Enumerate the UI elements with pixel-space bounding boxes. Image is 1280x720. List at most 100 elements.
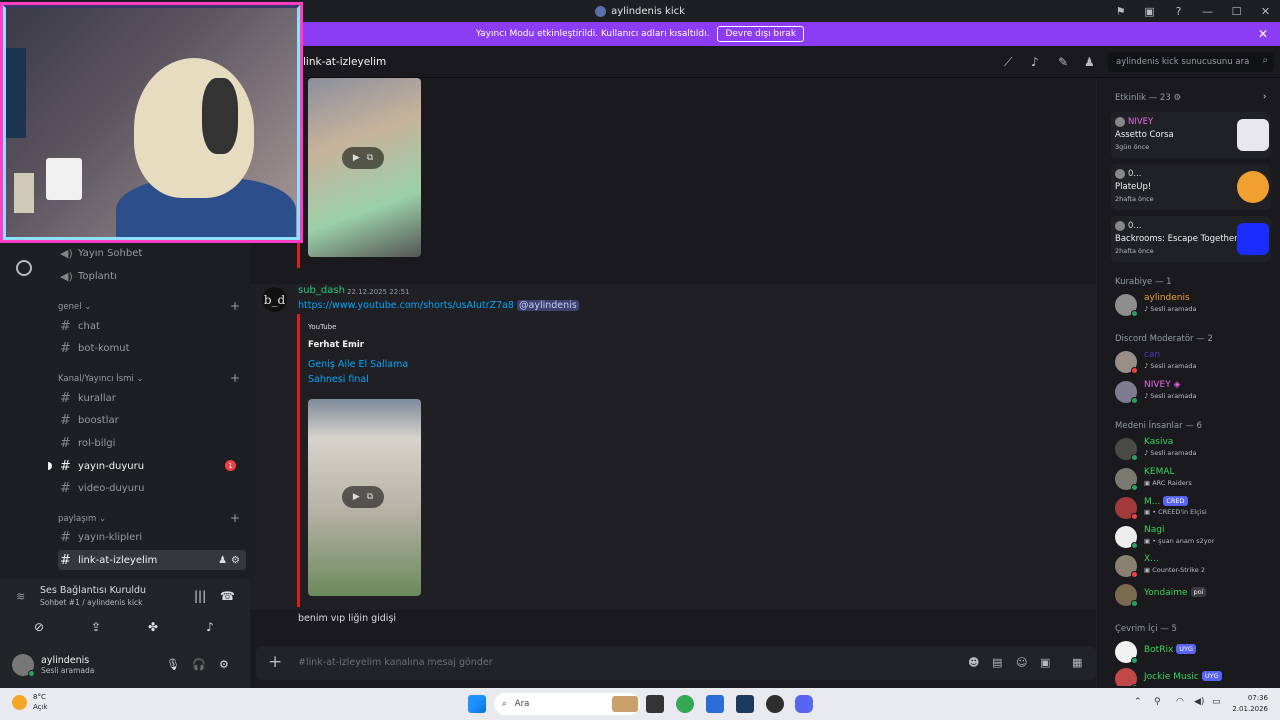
screen-share-button[interactable]: ⇪ (69, 616, 123, 638)
channel-item[interactable]: # chat (58, 316, 246, 336)
member-item[interactable]: can ♪ Sesli aramada (1115, 349, 1275, 375)
discover-icon[interactable] (16, 260, 32, 276)
member-item[interactable]: Yondaime poi (1115, 582, 1275, 608)
embed-author[interactable]: Ferhat Emir (308, 340, 364, 350)
hash-icon: # (60, 458, 71, 474)
chevron-up-icon[interactable]: ⌃ (1134, 697, 1142, 707)
embed-title[interactable]: Geniş Aile El Sallama Sahnesi final (308, 357, 420, 387)
category-kanal[interactable]: Kanal/Yayıncı İsmi ⌄ + (58, 372, 246, 384)
upload-plus-icon[interactable]: + (268, 652, 282, 672)
channel-item[interactable]: # video-duyuru (58, 478, 246, 498)
voice-status[interactable]: Ses Bağlantısı Kuruldu (40, 585, 146, 596)
disconnect-icon[interactable]: ☎ (220, 589, 235, 603)
battery-icon[interactable]: ▭ (1212, 697, 1221, 707)
category-genel[interactable]: genel ⌄ + (58, 300, 246, 312)
minimize-button[interactable]: — (1193, 0, 1222, 22)
channel-item-active[interactable]: # link-at-izleyelim ♟ ⚙ (58, 550, 246, 570)
activities-button[interactable]: ✤ (126, 616, 180, 638)
bell-icon[interactable]: ♪ (1031, 55, 1039, 69)
message-link[interactable]: https://www.youtube.com/shorts/usAIutrZ7… (298, 300, 579, 311)
pin-icon[interactable]: ✎ (1058, 55, 1068, 69)
channel-item-unread[interactable]: # yayın-duyuru 1 (48, 456, 246, 476)
maximize-button[interactable]: ☐ (1222, 0, 1251, 22)
activity-card[interactable]: NIVEY Assetto Corsa 3gün önce (1111, 112, 1271, 158)
voice-channel[interactable]: ◀) Yayın Sohbet (58, 243, 246, 263)
wifi-icon[interactable]: ◠ (1176, 697, 1184, 707)
add-channel-icon[interactable]: + (230, 372, 240, 384)
message-input[interactable]: #link-at-izleyelim kanalına mesaj gönder (298, 657, 493, 668)
disable-streamer-mode-button[interactable]: Devre dışı bırak (717, 26, 805, 42)
voice-channel[interactable]: ◀) Toplantı (58, 266, 246, 286)
play-button[interactable]: ▶ ⧉ (342, 147, 384, 169)
inbox-icon[interactable]: ⚑ (1106, 0, 1135, 22)
microphone-icon[interactable]: 🎙 (166, 658, 180, 671)
message-author[interactable]: sub_dash (298, 285, 345, 296)
mention[interactable]: @aylindenis (517, 300, 579, 311)
member-item[interactable]: Kasiva ♪ Sesli aramada (1115, 436, 1275, 462)
invite-icon[interactable]: ♟ (218, 555, 227, 566)
start-button[interactable] (468, 695, 486, 713)
link-url[interactable]: https://www.youtube.com/shorts/usAIutrZ7… (298, 300, 514, 311)
steam-icon[interactable] (736, 695, 754, 713)
video-thumbnail[interactable]: ▶ ⧉ (308, 78, 421, 257)
app-icon[interactable] (766, 695, 784, 713)
member-name: Yondaime poi (1144, 587, 1207, 598)
user-info[interactable]: aylindenis Sesli aramada (12, 654, 94, 677)
soundboard-button[interactable]: ♪ (183, 616, 237, 638)
sticker-icon[interactable]: ☺ (1016, 656, 1027, 669)
channel-label: rol-bilgi (78, 437, 116, 449)
channel-item[interactable]: # boostlar (58, 410, 246, 430)
close-icon[interactable]: ✕ (1258, 27, 1268, 41)
close-window-button[interactable]: ✕ (1251, 0, 1280, 22)
voice-channel-path[interactable]: Sohbet #1 / aylindenis kick (40, 598, 143, 607)
camera-off-button[interactable]: ⊘ (12, 616, 66, 638)
category-paylasim[interactable]: paylaşım ⌄ + (58, 512, 246, 524)
activity-header[interactable]: Etkinlik — 23 ⚙ (1115, 93, 1181, 103)
play-button[interactable]: ▶ ⧉ (342, 486, 384, 508)
member-item[interactable]: Nagi ▣ • şuan anam s2yor (1115, 524, 1275, 550)
avatar[interactable]: b_d (262, 287, 287, 312)
member-item[interactable]: NIVEY ◈ ♪ Sesli aramada (1115, 379, 1275, 405)
search-input[interactable]: aylindenis kick sunucusunu ara ⌕ (1108, 52, 1274, 72)
discord-icon[interactable] (795, 695, 813, 713)
member-item[interactable]: KEMAL ▣ ARC Raiders (1115, 466, 1275, 492)
gear-icon[interactable]: ⚙ (219, 658, 229, 671)
video-thumbnail[interactable]: ▶ ⧉ (308, 399, 421, 596)
weather-widget[interactable]: 8°C Açık (12, 692, 48, 712)
member-item[interactable]: X... ▣ Counter-Strike 2 (1115, 553, 1275, 579)
image-icon[interactable]: ▣ (1040, 656, 1050, 669)
member-item[interactable]: M... CRED ▣ • CREED'in Elçisi (1115, 495, 1275, 521)
headphones-icon[interactable]: 🎧 (192, 658, 206, 671)
gif-icon[interactable]: ▤ (992, 656, 1002, 669)
activity-card[interactable]: 0... Backrooms: Escape Together 2hafta ö… (1111, 216, 1271, 262)
channel-item[interactable]: # rol-bilgi (58, 433, 246, 453)
clock[interactable]: 07:36 2.01.2026 (1232, 693, 1268, 715)
chevron-right-icon[interactable]: › (1263, 92, 1266, 102)
store-icon[interactable] (706, 695, 724, 713)
activity-card[interactable]: 0... PlateUp! 2hafta önce (1111, 164, 1271, 210)
add-channel-icon[interactable]: + (230, 300, 240, 312)
online-status (1131, 542, 1138, 549)
gear-icon[interactable]: ⚙ (231, 555, 240, 566)
member-list-icon[interactable]: ♟ (1084, 55, 1095, 69)
gift-icon[interactable]: ☻ (968, 656, 979, 669)
volume-icon[interactable]: ◀) (1194, 697, 1204, 707)
channel-item[interactable]: # bot-komut (58, 338, 246, 358)
usb-icon[interactable]: ⚲ (1154, 697, 1161, 707)
noise-suppression-icon[interactable]: ||| (194, 589, 206, 603)
member-item[interactable]: BotRix UYG (1115, 639, 1275, 665)
channel-item[interactable]: # yayın-klipleri (58, 527, 246, 547)
task-view-icon[interactable] (646, 695, 664, 713)
channel-item[interactable]: # kurallar (58, 388, 246, 408)
category-label: Kanal/Yayıncı İsmi (58, 374, 134, 384)
server-tag: poi (1190, 587, 1207, 597)
apps-icon[interactable]: ▦ (1072, 656, 1082, 669)
threads-icon[interactable]: ⟋ (1004, 55, 1012, 70)
member-item[interactable]: Jockie Music UYG (1115, 666, 1275, 686)
help-icon[interactable]: ? (1164, 0, 1193, 22)
window-icon[interactable]: ▣ (1135, 0, 1164, 22)
member-item[interactable]: aylindenis ♪ Sesli aramada (1115, 292, 1275, 318)
add-channel-icon[interactable]: + (230, 512, 240, 524)
chrome-icon[interactable] (676, 695, 694, 713)
message-composer[interactable]: + #link-at-izleyelim kanalına mesaj gönd… (256, 646, 1096, 680)
